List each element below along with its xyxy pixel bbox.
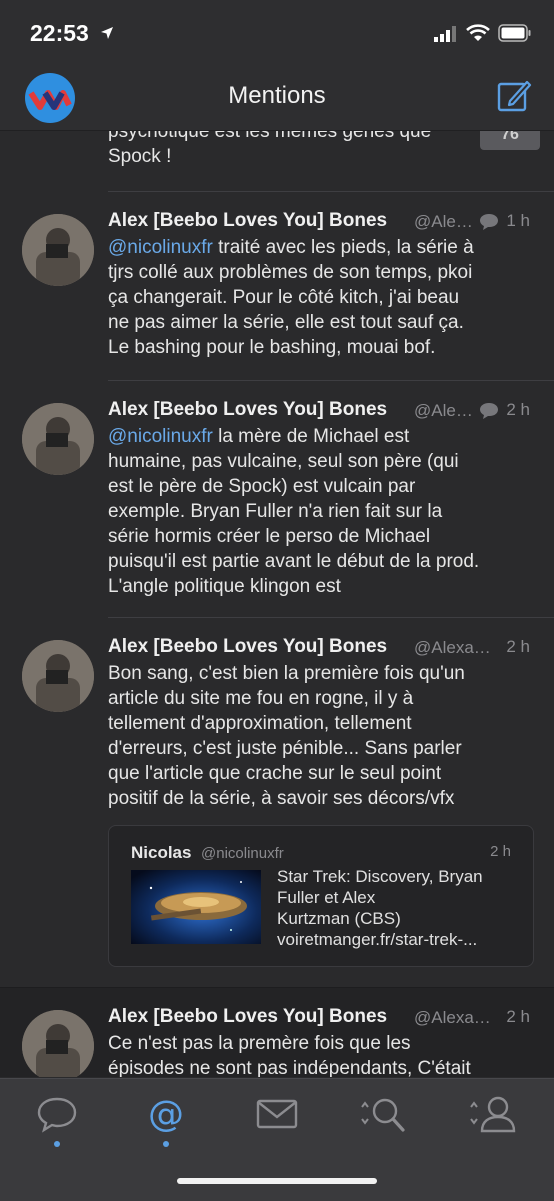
tweet-time: 2 h (506, 1007, 530, 1026)
link-url: voiretmanger.fr/star-trek-... (277, 930, 478, 949)
tweet-time: 1 h (506, 211, 530, 230)
tweet-line: L'angle politique klingon est (108, 576, 341, 597)
tweet-line: Ce n'est pas la premère fois que les (108, 1033, 411, 1054)
tweet-author-name[interactable]: Alex [Beebo Loves You] Bones (108, 210, 387, 232)
mention-link[interactable]: @nicolinuxfr (108, 237, 213, 258)
tweet-line: exemple. Bryan Fuller n'a rien fait sur … (108, 501, 443, 522)
link-title: Kurtzman (CBS) (277, 909, 401, 928)
avatar[interactable] (22, 1010, 94, 1077)
quote-author-handle: @nicolinuxfr (201, 845, 284, 862)
tweet-line: Spock ! (108, 146, 172, 167)
svg-text:@: @ (148, 1094, 184, 1135)
tweet-line: d'erreurs, c'est juste pénible... Sans p… (108, 738, 462, 759)
mention-link[interactable]: @nicolinuxfr (108, 426, 213, 447)
tweet-line: puisqu'il est partie avant le début de l… (108, 551, 480, 572)
tweet-author-name[interactable]: Alex [Beebo Loves You] Bones (108, 1006, 387, 1028)
tab-search[interactable] (353, 1093, 413, 1143)
profile-icon (470, 1096, 516, 1133)
starship-image-icon (131, 870, 261, 944)
status-bar: 22:53 (0, 0, 554, 66)
tweet-line: Bon sang, c'est bien la première fois qu… (108, 663, 465, 684)
envelope-icon (256, 1099, 298, 1129)
tweet-line: @nicolinuxfr la mère de Michael est (108, 424, 534, 449)
count-badge: 76 (480, 131, 540, 150)
search-icon (361, 1098, 405, 1132)
tweet-line: que l'article que crache sur le seul poi… (108, 763, 442, 784)
timeline[interactable]: psychotique est les mêmes gênes que Spoc… (0, 131, 554, 1077)
tweet-line: tellement d'approximation, tellement (108, 713, 412, 734)
wifi-icon (466, 24, 490, 41)
tweet-item[interactable]: Alex [Beebo Loves You] Bones @Ale… 1 h @… (0, 192, 554, 380)
tweet-text: @nicolinuxfr traité avec les pieds, la s… (108, 235, 534, 360)
tweet-item[interactable]: Alex [Beebo Loves You] Bones @Ale… 2 h @… (0, 381, 554, 617)
tweet-partial[interactable]: psychotique est les mêmes gênes que Spoc… (0, 131, 554, 192)
tab-unread-dot (54, 1141, 60, 1147)
tab-timeline[interactable] (27, 1093, 87, 1147)
tweet-text: Bon sang, c'est bien la première fois qu… (108, 661, 534, 811)
tweet-author-name[interactable]: Alex [Beebo Loves You] Bones (108, 399, 387, 421)
tweet-line: article du site me fou en rogne, il y à (108, 688, 414, 709)
location-arrow-icon (101, 27, 113, 39)
tweet-time: 2 h (506, 637, 530, 656)
user-photo-icon (22, 403, 94, 475)
tweet-line: ne pas aimer la série, elle est tout sau… (108, 312, 464, 333)
compose-icon[interactable] (496, 78, 532, 114)
tweet-author-handle: @Ale… (414, 401, 473, 420)
tweet-time: 2 h (506, 400, 530, 419)
avatar[interactable] (22, 403, 94, 475)
tweet-line: @nicolinuxfr traité avec les pieds, la s… (108, 235, 534, 260)
tweet-author-handle: @Alexa… (414, 1008, 491, 1027)
tweet-item[interactable]: Alex [Beebo Loves You] Bones @Alexa… 2 h… (0, 987, 554, 1077)
tab-profile[interactable] (462, 1093, 522, 1143)
avatar[interactable] (22, 640, 94, 712)
tab-mentions[interactable]: @ (136, 1093, 196, 1147)
link-thumbnail[interactable] (131, 870, 261, 944)
tweet-author-handle: @Ale… (414, 212, 473, 231)
page-title: Mentions (228, 82, 326, 109)
home-indicator[interactable] (177, 1178, 377, 1184)
battery-icon (498, 24, 531, 42)
link-title: Star Trek: Discovery, Bryan (277, 867, 483, 886)
tweet-line: tjrs collé aux problèmes de son temps, p… (108, 262, 473, 283)
tweet-text: Ce n'est pas la premère fois que les épi… (108, 1031, 534, 1077)
reply-indicator-icon (480, 403, 498, 419)
tweet-line-text: la mère de Michael est (218, 426, 410, 447)
user-photo-icon (22, 1010, 94, 1077)
at-sign-icon: @ (148, 1094, 184, 1135)
reply-indicator-icon (480, 214, 498, 230)
link-title: Fuller et Alex (277, 888, 376, 907)
user-photo-icon (22, 640, 94, 712)
tweet-line: ça changerait. Pour le côté kitch, j'ai … (108, 287, 460, 308)
nav-bar: Mentions (0, 66, 554, 131)
tweet-line: humaine, pas vulcaine, seul son père (qu… (108, 451, 459, 472)
tweet-line: psychotique est les mêmes gênes que (108, 131, 432, 142)
quote-author-name: Nicolas (131, 843, 192, 862)
tweet-text: psychotique est les mêmes gênes que Spoc… (108, 131, 534, 169)
user-photo-icon (22, 214, 94, 286)
tweet-line-text: traité avec les pieds, la série à (218, 237, 474, 258)
avatar[interactable] (22, 214, 94, 286)
tweet-line: positif de la série, à savoir ses décors… (108, 788, 455, 809)
tweet-item[interactable]: Alex [Beebo Loves You] Bones @Alexa… 2 h… (0, 618, 554, 987)
quote-time: 2 h (490, 843, 511, 860)
status-time: 22:53 (30, 20, 89, 46)
speech-bubble-icon (37, 1097, 77, 1133)
tweet-line: est le père de Spock) est vulcain par (108, 476, 416, 497)
signal-icon (434, 26, 456, 42)
tweet-author-name[interactable]: Alex [Beebo Loves You] Bones (108, 636, 387, 658)
tweet-text: @nicolinuxfr la mère de Michael est huma… (108, 424, 534, 599)
quoted-link-card[interactable]: Nicolas @nicolinuxfr 2 h Star Trek: Disc… (108, 825, 534, 967)
tab-unread-dot (163, 1141, 169, 1147)
tweet-line: Le bashing pour le bashing, mouai bof. (108, 337, 436, 358)
tab-messages[interactable] (247, 1093, 307, 1143)
tweet-line: épisodes ne sont pas indépendants, C'éta… (108, 1058, 471, 1077)
tweet-author-handle: @Alexa… (414, 638, 491, 657)
tweet-line: série hormis créer le perso de Michael (108, 526, 431, 547)
